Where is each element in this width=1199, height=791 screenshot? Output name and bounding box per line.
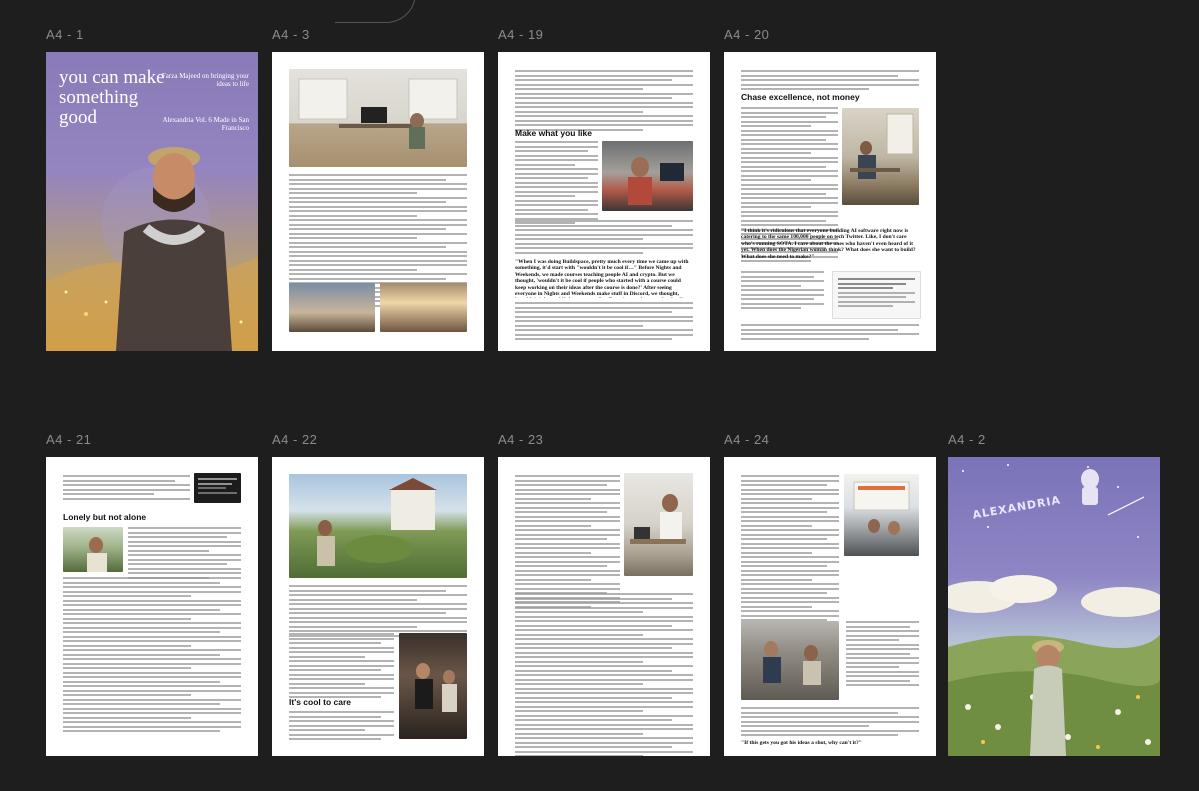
cover-note: Farza Majeed on bringing your ideas to l… [161, 72, 249, 88]
tweet-screenshot [832, 271, 921, 319]
night-photo [399, 633, 467, 739]
body-text-column [741, 475, 839, 633]
article-page[interactable]: Lonely but not alone [46, 457, 258, 756]
cover-title: you can make something good [59, 67, 165, 128]
frame-label[interactable]: A4 - 22 [272, 432, 317, 447]
canvas-connector-arc [335, 0, 416, 23]
body-text-column [289, 711, 394, 743]
article-page[interactable] [498, 457, 710, 756]
cover-page[interactable]: you can make something good Farza Majeed… [46, 52, 258, 351]
closing-quote: "If this gets you got his ideas a shot, … [741, 740, 862, 746]
illustration-page[interactable]: ALEXANDRIA [948, 457, 1160, 756]
body-text [515, 70, 693, 133]
frame-label[interactable]: A4 - 21 [46, 432, 91, 447]
article-page[interactable]: Make what you like "When I was doing Bui… [498, 52, 710, 351]
frame-label[interactable]: A4 - 19 [498, 27, 543, 42]
body-text-column [515, 141, 598, 227]
frame-label[interactable]: A4 - 20 [724, 27, 769, 42]
body-text [741, 70, 919, 93]
desk-photo [602, 141, 693, 211]
garden-photo [289, 474, 467, 578]
tweet-card [194, 473, 241, 503]
body-text-column [63, 475, 190, 502]
body-text [289, 585, 467, 639]
cover-subtitle: Alexandria Vol. 6 Made in San Francisco [162, 116, 249, 132]
portrait-photo [63, 527, 123, 572]
frame-label[interactable]: A4 - 3 [272, 27, 310, 42]
body-text [741, 707, 919, 739]
body-text [63, 577, 241, 735]
body-text-column [128, 527, 241, 581]
article-page[interactable]: It's cool to care [272, 457, 484, 756]
seated-photo [741, 621, 839, 700]
body-text-column [846, 621, 919, 689]
poster-photo [844, 474, 919, 556]
body-text [515, 220, 693, 256]
body-text-column [515, 475, 620, 610]
pull-quote: "I think it's ridiculous that everyone b… [741, 228, 916, 260]
article-page[interactable]: Chase excellence, not money "I think it'… [724, 52, 936, 351]
room-photo [842, 108, 919, 205]
article-page[interactable] [272, 52, 484, 351]
frame-label[interactable]: A4 - 2 [948, 432, 986, 447]
body-text-column [289, 633, 394, 701]
photo-right [380, 283, 467, 332]
frame-label[interactable]: A4 - 24 [724, 432, 769, 447]
body-text [741, 324, 919, 342]
frame-label[interactable]: A4 - 23 [498, 432, 543, 447]
section-heading: Make what you like [515, 128, 592, 138]
section-heading: Chase excellence, not money [741, 92, 860, 102]
section-heading: Lonely but not alone [63, 512, 147, 522]
article-page[interactable]: "If this gets you got his ideas a shot, … [724, 457, 936, 756]
office-photo [289, 69, 467, 167]
body-text [515, 302, 693, 343]
table-photo [624, 473, 693, 576]
frame-label[interactable]: A4 - 1 [46, 27, 84, 42]
body-text [515, 593, 693, 756]
photo-left [289, 283, 375, 332]
body-text-column [741, 271, 824, 312]
pull-quote: "When I was doing Buildspace, pretty muc… [515, 259, 689, 298]
section-heading: It's cool to care [289, 697, 352, 707]
